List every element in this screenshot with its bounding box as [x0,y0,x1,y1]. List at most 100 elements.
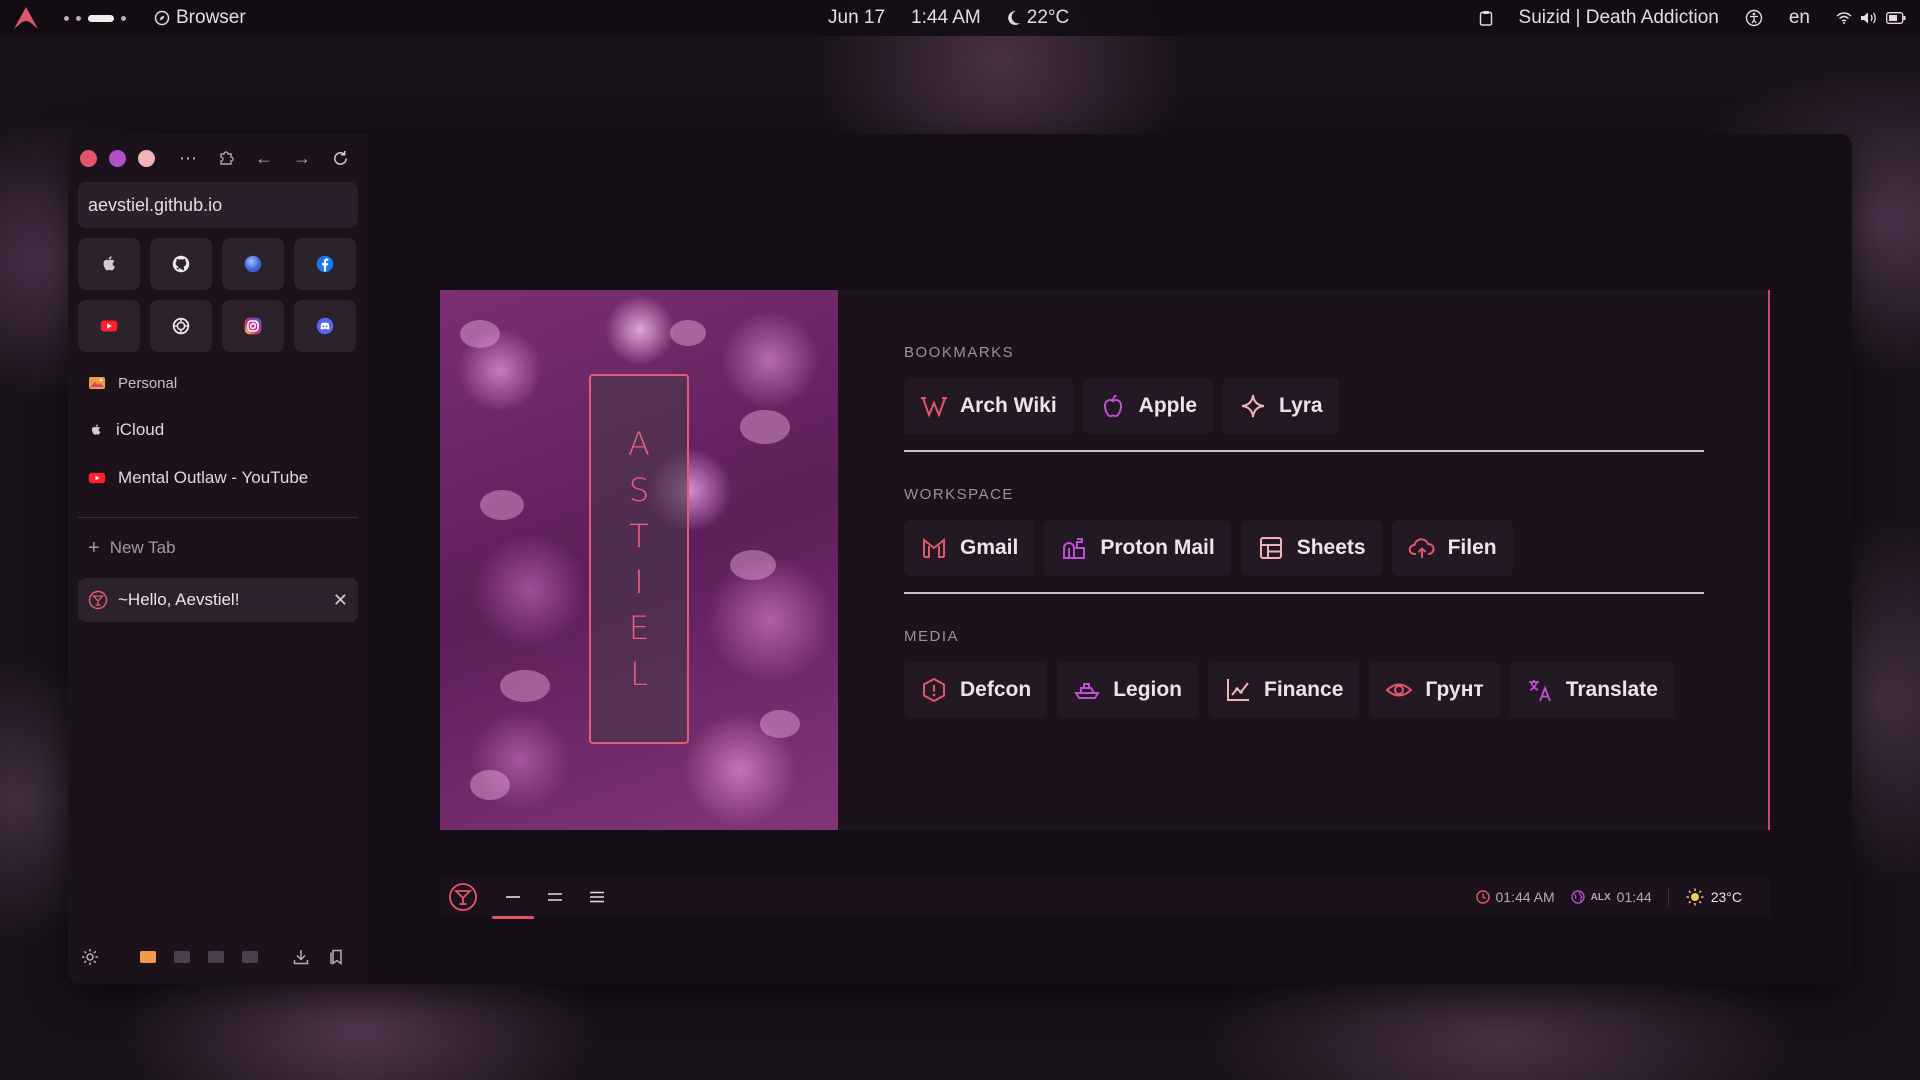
sparkle-icon [1241,394,1265,418]
close-tab-icon[interactable]: ✕ [333,590,348,611]
workspace-indicator[interactable] [64,14,126,22]
link-arch-wiki[interactable]: Arch Wiki [904,378,1073,434]
back-icon[interactable]: ← [254,146,274,170]
layout-three-lines-button[interactable] [576,877,618,917]
workspace-dot[interactable] [76,15,81,21]
media-now-playing[interactable]: Suizid | Death Addiction [1519,7,1719,29]
maximize-window-button[interactable] [138,150,155,167]
link-legion[interactable]: Legion [1057,662,1199,718]
chatgpt-icon [172,317,190,335]
apple-icon [1103,394,1122,418]
forward-icon[interactable]: → [292,146,312,170]
folder-personal[interactable]: Personal [78,360,358,406]
workspace-4[interactable] [242,951,258,963]
link-sheets[interactable]: Sheets [1240,520,1382,576]
link-filen[interactable]: Filen [1391,520,1513,576]
active-workspace[interactable] [88,14,114,22]
name-letter: L [630,655,648,693]
pinned-apple[interactable] [78,238,140,290]
section-bookmarks: BOOKMARKS Arch Wiki Apple Lyra [904,344,1704,452]
petal [500,670,550,702]
workspace-dot[interactable] [64,15,69,21]
clipboard-icon[interactable] [1479,10,1493,26]
layout-two-lines-button[interactable] [534,877,576,917]
pinned-youtube[interactable] [78,300,140,352]
battery-icon[interactable] [1886,12,1906,24]
tab-label: iCloud [116,420,165,439]
pinned-github[interactable] [150,238,212,290]
cocktail-logo-icon[interactable] [448,882,478,912]
pinned-discord[interactable] [294,300,356,352]
two-lines-icon [548,893,562,901]
ship-icon [1074,683,1100,699]
cocktail-logo-icon [88,590,108,610]
date[interactable]: Jun 17 [828,7,885,29]
name-letter: T [629,517,649,555]
eye-icon [1385,683,1413,697]
link-apple[interactable]: Apple [1082,378,1214,434]
layout-single-line-button[interactable] [492,877,534,919]
extensions-icon[interactable] [216,146,236,170]
workspace-personal[interactable] [140,951,156,963]
apple-icon [103,256,115,271]
three-lines-icon [590,891,604,903]
link-label: Gmail [960,536,1019,559]
moon-icon [1007,10,1020,25]
close-window-button[interactable] [80,150,97,167]
weather[interactable]: 22°C [1007,7,1069,29]
link-label: Translate [1565,678,1658,701]
system-tray[interactable] [1836,11,1906,25]
accessibility-icon[interactable] [1745,9,1763,27]
active-tab[interactable]: ~Hello, Aevstiel! ✕ [78,578,358,622]
tab-youtube[interactable]: Mental Outlaw - YouTube [78,454,358,502]
keyboard-language[interactable]: en [1789,7,1810,29]
facebook-icon [316,255,334,273]
pinned-instagram[interactable] [222,300,284,352]
youtube-icon [100,320,118,332]
pinned-facebook[interactable] [294,238,356,290]
gmail-icon [923,537,945,558]
link-sections: BOOKMARKS Arch Wiki Apple Lyra WORKSPACE… [904,344,1704,718]
url-bar[interactable]: aevstiel.github.io [78,182,358,228]
reload-icon[interactable] [330,146,350,170]
temperature: 23°C [1710,889,1742,905]
workspace-dot[interactable] [121,15,126,21]
section-title: WORKSPACE [904,486,1014,503]
link-proton-mail[interactable]: Proton Mail [1044,520,1231,576]
link-lyra[interactable]: Lyra [1223,378,1339,434]
link-translate[interactable]: Translate [1509,662,1674,718]
minimize-window-button[interactable] [109,150,126,167]
workspace-2[interactable] [174,951,190,963]
arch-logo-icon[interactable] [14,7,38,29]
settings-gear-icon[interactable] [80,947,100,967]
discord-icon [316,317,334,335]
plus-icon: + [88,536,100,559]
petal [470,770,510,800]
clock-icon [1475,890,1490,904]
pinned-browser[interactable] [222,238,284,290]
startpage-card: A S T I E L BOOKMARKS Arch Wiki Apple Ly… [440,290,1770,830]
link-defcon[interactable]: Defcon [904,662,1048,718]
download-icon[interactable] [292,948,310,966]
link-finance[interactable]: Finance [1208,662,1360,718]
pinned-chatgpt[interactable] [150,300,212,352]
petal [480,490,524,520]
sidebar-footer [80,942,360,972]
section-media: MEDIA Defcon Legion Finance Грунт Transl… [904,628,1704,718]
workspace-3[interactable] [208,951,224,963]
link-grunt[interactable]: Грунт [1369,662,1500,718]
name-banner: A S T I E L [589,374,689,744]
link-gmail[interactable]: Gmail [904,520,1035,576]
wifi-icon[interactable] [1836,12,1852,24]
link-label: Lyra [1279,394,1323,417]
clock[interactable]: 1:44 AM [911,7,981,29]
new-tab-button[interactable]: + New Tab [88,528,176,568]
section-workspace: WORKSPACE Gmail Proton Mail Sheets Filen [904,486,1704,594]
volume-icon[interactable] [1860,11,1878,25]
tab-icloud[interactable]: iCloud [78,406,358,454]
more-options-icon[interactable]: ⋯ [178,146,198,170]
bookmarks-icon[interactable] [328,948,346,966]
section-title: BOOKMARKS [904,344,1015,361]
petal [740,410,790,444]
url-text[interactable]: aevstiel.github.io [88,195,222,216]
